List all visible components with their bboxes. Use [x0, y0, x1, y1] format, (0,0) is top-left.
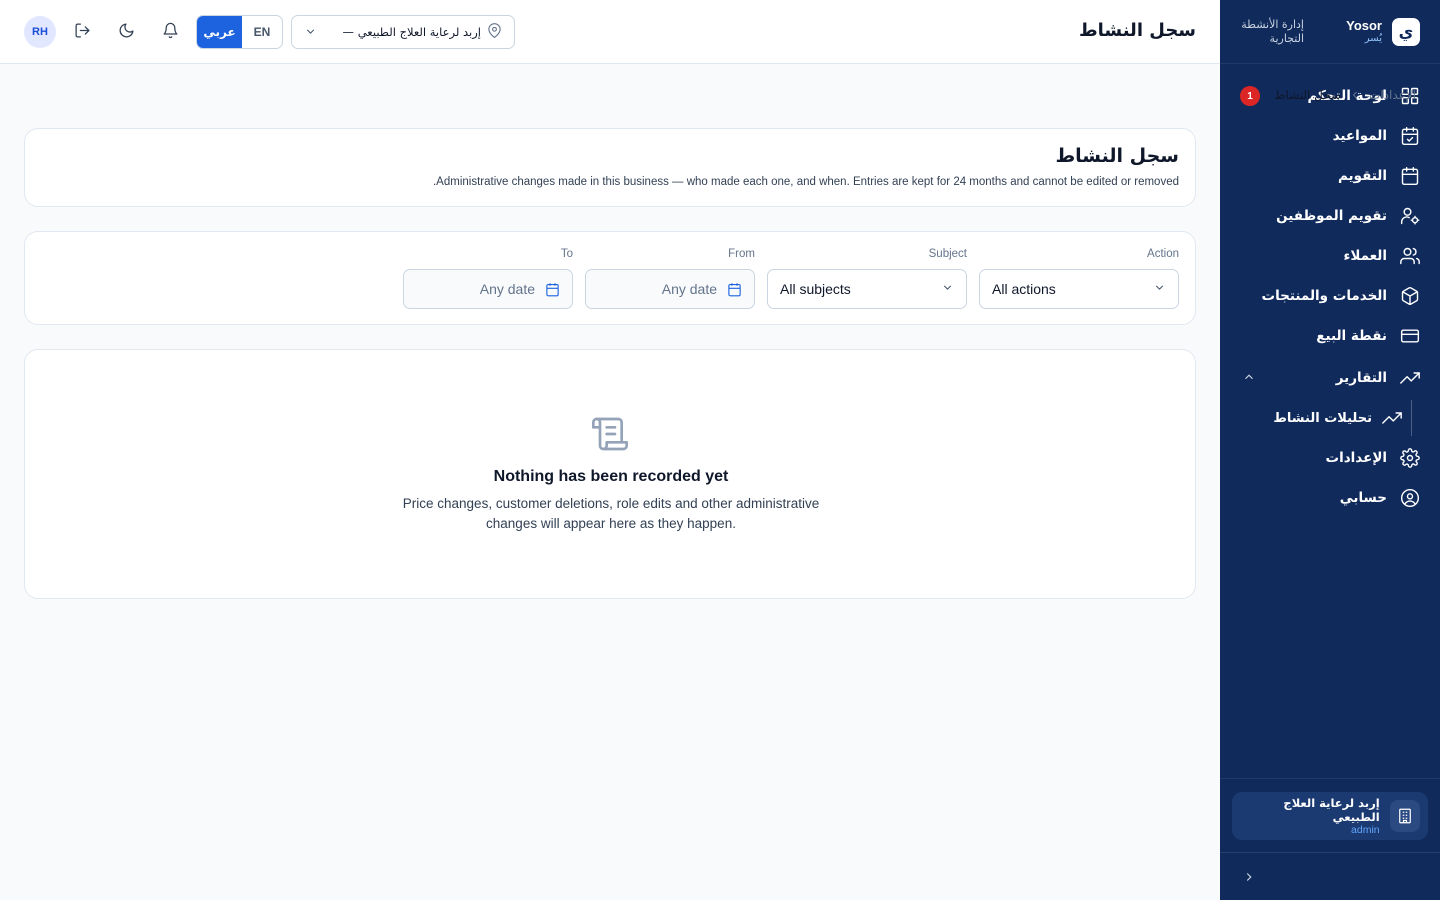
notification-badge: 1	[1240, 86, 1260, 106]
logout-button[interactable]	[70, 20, 94, 44]
branch-select[interactable]: إربد لرعاية العلاج الطبيعي — ...	[291, 15, 515, 49]
moon-icon	[118, 22, 135, 43]
user-circle-icon	[1400, 488, 1420, 508]
sidebar-item-reports[interactable]: التقارير	[1220, 358, 1440, 398]
sidebar-item-label: الخدمات والمنتجات	[1261, 288, 1387, 304]
brand: ي Yosor يُسر إدارة الأنشطة التجارية	[1220, 0, 1440, 64]
credit-card-icon	[1400, 326, 1420, 346]
sidebar-item-label: العملاء	[1343, 248, 1387, 264]
building-icon	[1389, 800, 1420, 832]
calendar-icon	[545, 282, 560, 297]
to-date-placeholder: Any date	[479, 281, 535, 297]
brand-name-en: Yosor	[1346, 17, 1382, 33]
user-avatar[interactable]: RH	[24, 16, 56, 48]
chevron-up-icon[interactable]	[1240, 370, 1256, 386]
sidebar-item-appointments[interactable]: المواعيد	[1220, 116, 1440, 156]
to-date-filter: To Any date	[403, 248, 573, 309]
page-title: سجل النشاط	[1078, 20, 1196, 41]
action-select[interactable]: All actions	[979, 269, 1179, 309]
sidebar-item-label: التقويم	[1337, 168, 1387, 184]
sidebar-item-staff-calendar[interactable]: تقويم الموظفين	[1220, 196, 1440, 236]
action-filter-label: Action	[1147, 248, 1179, 260]
notifications-button[interactable]	[158, 20, 182, 44]
chevron-right-icon	[1246, 873, 1252, 881]
sidebar-item-label: تحليلات النشاط	[1273, 410, 1372, 426]
subject-select[interactable]: All subjects	[767, 269, 967, 309]
breadcrumb-settings-link[interactable]: الإعدادات	[1369, 88, 1416, 102]
from-date-input[interactable]: Any date	[585, 269, 755, 309]
breadcrumb-current: سجل النشاط	[1274, 88, 1342, 102]
branch-select-value: إربد لرعاية العلاج الطبيعي — ...	[341, 25, 481, 39]
calendar-icon	[727, 282, 742, 297]
lang-ar-button[interactable]: عربي	[197, 16, 242, 48]
subject-filter-label: Subject	[928, 248, 967, 260]
map-pin-icon	[487, 22, 502, 42]
lang-en-button[interactable]: EN	[242, 16, 282, 48]
sidebar-subitem-activity-analytics[interactable]: تحليلات النشاط	[1220, 398, 1440, 438]
card-title: سجل النشاط	[1055, 145, 1179, 167]
sidebar-item-label: التقارير	[1335, 370, 1387, 386]
language-toggle: عربي EN	[196, 15, 283, 49]
logout-icon	[74, 22, 91, 43]
sidebar-item-customers[interactable]: العملاء	[1220, 236, 1440, 276]
sidebar-nav: لوحة التحكم 1 المواعيد التقويم تقويم الم…	[1220, 64, 1440, 518]
sidebar-item-account[interactable]: حسابي	[1220, 478, 1440, 518]
empty-state-card: Nothing has been recorded yet Price chan…	[24, 349, 1196, 599]
from-date-placeholder: Any date	[661, 281, 717, 297]
theme-toggle-button[interactable]	[114, 20, 138, 44]
sidebar-item-services-products[interactable]: الخدمات والمنتجات	[1220, 276, 1440, 316]
chevron-down-icon	[304, 23, 317, 42]
business-switcher[interactable]: إربد لرعاية العلاج الطبيعي admin	[1232, 792, 1428, 840]
trending-up-icon	[1382, 408, 1402, 428]
brand-logo[interactable]: ي	[1392, 17, 1420, 46]
sidebar-item-calendar[interactable]: التقويم	[1220, 156, 1440, 196]
scroll-icon	[590, 414, 630, 454]
sidebar-item-pos[interactable]: نقطة البيع	[1220, 316, 1440, 356]
sidebar-item-label: تقويم الموظفين	[1276, 208, 1387, 224]
to-date-label: To	[560, 248, 573, 260]
package-icon	[1400, 286, 1420, 306]
users-icon	[1400, 246, 1420, 266]
brand-name-ar: يُسر	[1364, 33, 1382, 45]
collapse-sidebar-button[interactable]	[1240, 869, 1256, 885]
breadcrumb: الإعدادات سجل النشاط	[1274, 88, 1416, 102]
business-role: admin	[1351, 824, 1380, 836]
chevron-down-icon	[1153, 281, 1166, 297]
brand-description: إدارة الأنشطة التجارية	[1241, 18, 1304, 45]
subject-select-value: All subjects	[780, 281, 851, 297]
chevron-down-icon	[941, 281, 954, 297]
user-cog-icon	[1400, 206, 1420, 226]
calendar-icon	[1400, 166, 1420, 186]
bell-icon	[162, 22, 179, 43]
sidebar-item-label: المواعيد	[1332, 128, 1387, 144]
business-name: إربد لرعاية العلاج الطبيعي	[1283, 796, 1380, 824]
card-description: Administrative changes made in this busi…	[432, 176, 1179, 188]
calendar-check-icon	[1400, 126, 1420, 146]
sidebar: ي Yosor يُسر إدارة الأنشطة التجارية لوحة…	[1220, 0, 1440, 900]
chevron-left-icon	[1349, 89, 1361, 101]
to-date-input[interactable]: Any date	[403, 269, 573, 309]
sidebar-item-label: حسابي	[1339, 490, 1387, 506]
page-header-card: سجل النشاط Administrative changes made i…	[24, 128, 1196, 207]
sidebar-item-settings[interactable]: الإعدادات	[1220, 438, 1440, 478]
top-header: RH عربي EN إربد لرعاية العلاج الطبيعي — …	[0, 0, 1220, 64]
from-date-label: From	[728, 248, 755, 260]
trending-up-icon	[1400, 368, 1420, 388]
from-date-filter: From Any date	[585, 248, 755, 309]
empty-state-description: Price changes, customer deletions, role …	[402, 496, 820, 531]
action-select-value: All actions	[992, 281, 1056, 297]
filters-card: Action All actions Subject All subjects …	[24, 231, 1196, 325]
sidebar-item-label: نقطة البيع	[1316, 328, 1387, 344]
empty-state-title: Nothing has been recorded yet	[493, 468, 729, 485]
gear-icon	[1400, 448, 1420, 468]
sidebar-item-label: الإعدادات	[1325, 450, 1387, 466]
action-filter: Action All actions	[979, 248, 1179, 309]
subject-filter: Subject All subjects	[767, 248, 967, 309]
sidebar-footer	[1220, 852, 1440, 900]
